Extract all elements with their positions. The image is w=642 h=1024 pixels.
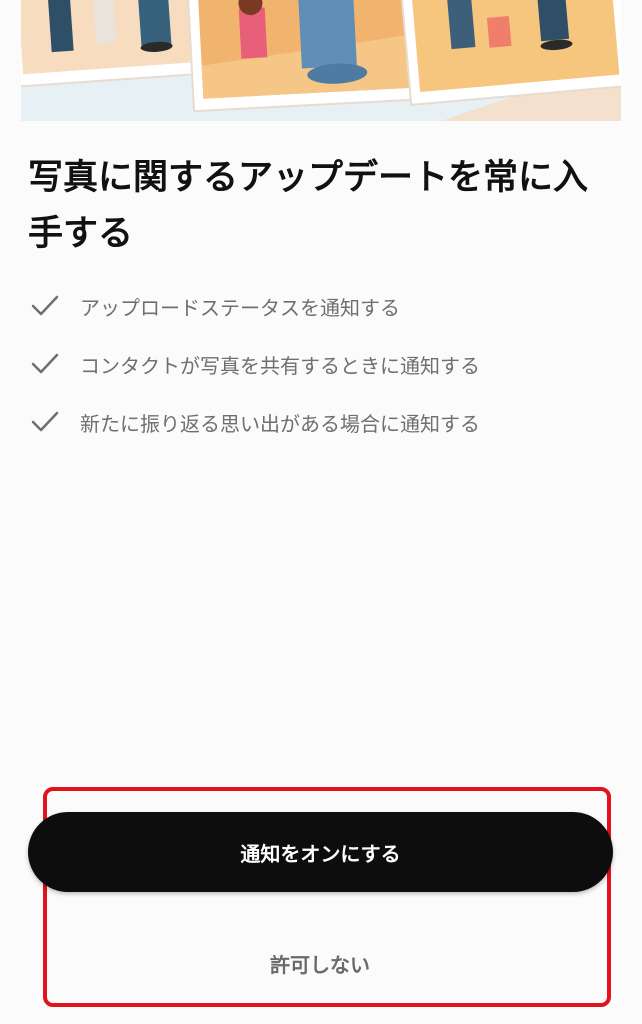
feature-label: 新たに振り返る思い出がある場合に通知する	[80, 411, 480, 436]
checkmark-icon	[31, 353, 59, 374]
feature-label: アップロードステータスを通知する	[80, 295, 400, 320]
page-title: 写真に関するアップデートを常に入手する	[28, 158, 589, 254]
feature-label: コンタクトが写真を共有するときに通知する	[80, 353, 480, 378]
hero-illustration	[21, 0, 621, 121]
turn-on-notifications-button[interactable]: 通知をオンにする	[28, 812, 613, 892]
checkmark-icon	[31, 411, 59, 432]
feature-item-contact-share: コンタクトが写真を共有するときに通知する	[28, 335, 480, 393]
dont-allow-button[interactable]: 許可しない	[200, 938, 440, 988]
checkmark-icon	[31, 295, 59, 316]
feature-list: アップロードステータスを通知する コンタクトが写真を共有するときに通知する 新た…	[28, 277, 480, 451]
feature-item-memories: 新たに振り返る思い出がある場合に通知する	[28, 393, 480, 451]
feature-item-upload-status: アップロードステータスを通知する	[28, 277, 480, 335]
